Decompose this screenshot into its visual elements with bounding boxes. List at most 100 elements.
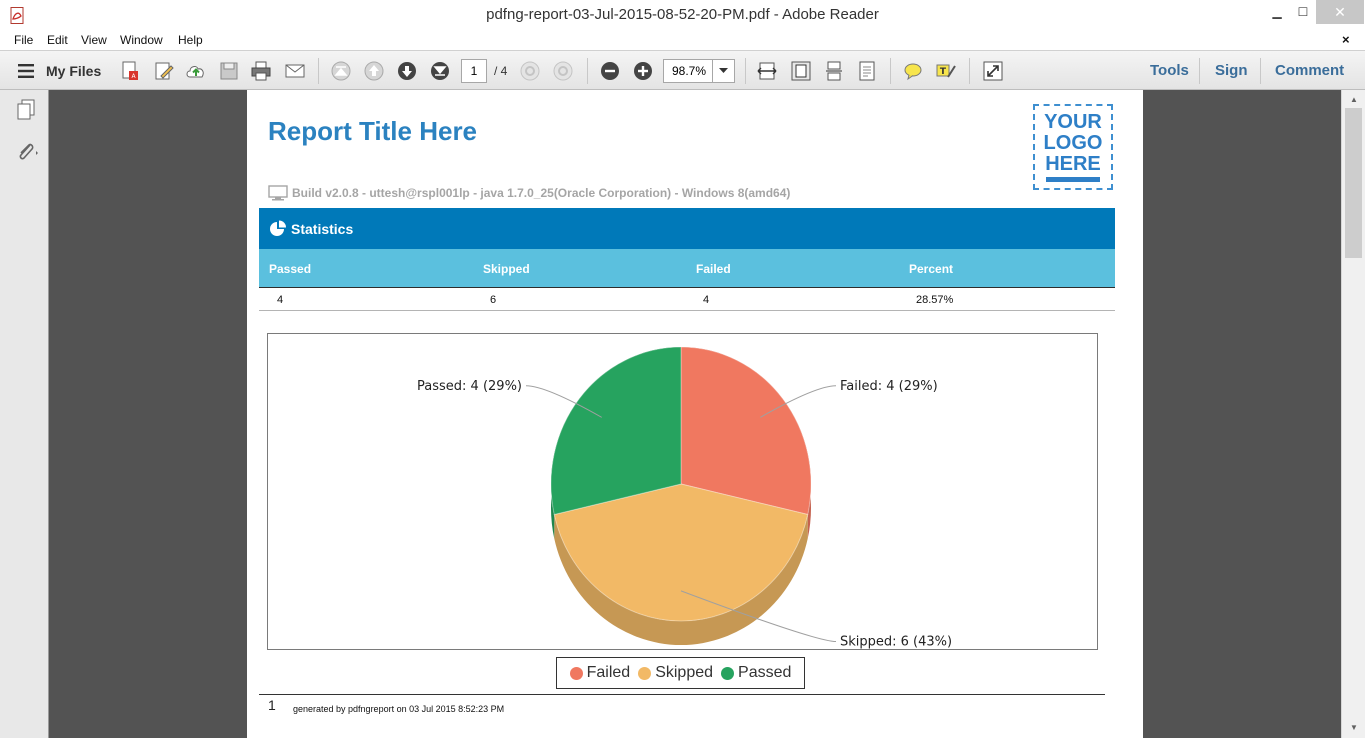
rotate-right-icon[interactable] — [551, 59, 575, 83]
edit-pdf-icon[interactable] — [152, 59, 176, 83]
single-page-icon[interactable] — [855, 59, 879, 83]
legend-label: Skipped — [655, 664, 714, 681]
toolbar-separator — [318, 58, 319, 84]
fullscreen-icon[interactable] — [981, 59, 1005, 83]
scrolling-mode-icon[interactable] — [822, 59, 846, 83]
build-info: Build v2.0.8 - uttesh@rspl001lp - java 1… — [268, 185, 790, 201]
logo-underline — [1046, 177, 1100, 182]
title-bar: pdfng-report-03-Jul-2015-08-52-20-PM.pdf… — [0, 0, 1365, 31]
upload-cloud-icon[interactable] — [184, 59, 208, 83]
toolbar: My Files A 1 / 4 98.7% T Tools Sign Comm… — [0, 50, 1365, 90]
menu-view[interactable]: View — [81, 33, 107, 47]
save-icon[interactable] — [217, 59, 241, 83]
scroll-up-arrow-icon[interactable]: ▲ — [1347, 92, 1361, 106]
column-skipped: Skipped — [483, 262, 530, 276]
cell-skipped: 6 — [490, 294, 497, 306]
monitor-icon — [268, 185, 288, 201]
email-icon[interactable] — [283, 59, 307, 83]
pie-chart: Failed: 4 (29%) Skipped: 6 (43%) Passed: 4… — [417, 346, 952, 650]
menu-hamburger-icon[interactable] — [16, 61, 36, 81]
chevron-down-icon[interactable] — [712, 60, 734, 82]
chart-legend: Failed Skipped Passed — [556, 657, 805, 689]
rotate-left-icon[interactable] — [518, 59, 542, 83]
pie-label-failed: Failed: 4 (29%) — [840, 379, 938, 394]
fit-width-icon[interactable] — [755, 59, 779, 83]
pdf-page: Report Title Here YOUR LOGO HERE Build v… — [247, 90, 1143, 738]
sign-pane-button[interactable]: Sign — [1215, 62, 1248, 79]
cell-passed: 4 — [277, 294, 284, 306]
menu-edit[interactable]: Edit — [47, 33, 68, 47]
page-thumbnails-icon[interactable] — [14, 98, 38, 122]
table-row: 4 6 4 28.57% — [259, 289, 1115, 311]
toolbar-separator — [890, 58, 891, 84]
legend-item-skipped: Skipped — [638, 664, 713, 682]
pie-label-skipped: Skipped: 6 (43%) — [840, 635, 952, 650]
zoom-in-icon[interactable] — [631, 59, 655, 83]
statistics-column-headers: Passed Skipped Failed Percent — [259, 249, 1115, 288]
menu-help[interactable]: Help — [178, 33, 203, 47]
column-passed: Passed — [269, 262, 312, 276]
my-files-button[interactable]: My Files — [46, 63, 101, 79]
build-info-text: Build v2.0.8 - uttesh@rspl001lp - java 1… — [292, 186, 791, 200]
previous-page-icon[interactable] — [362, 59, 386, 83]
navigation-pane — [0, 90, 49, 738]
vertical-scrollbar[interactable]: ▲ ▼ — [1341, 90, 1365, 738]
menu-bar: File Edit View Window Help × — [0, 31, 1365, 50]
comment-pane-button[interactable]: Comment — [1275, 62, 1344, 79]
create-pdf-icon[interactable]: A — [118, 59, 142, 83]
pie-chart-frame: Failed: 4 (29%) Skipped: 6 (43%) Passed: 4… — [267, 333, 1098, 650]
zoom-level-select[interactable]: 98.7% — [663, 59, 735, 83]
pie-label-passed: Passed: 4 (29%) — [417, 379, 522, 394]
toolbar-separator — [1199, 58, 1200, 84]
svg-text:T: T — [940, 67, 947, 77]
logo-line: HERE — [1045, 153, 1101, 175]
first-page-icon[interactable] — [329, 59, 353, 83]
toolbar-separator — [1260, 58, 1261, 84]
toolbar-separator — [587, 58, 588, 84]
close-button[interactable]: ✕ — [1316, 0, 1364, 24]
legend-swatch — [569, 666, 583, 680]
column-failed: Failed — [696, 262, 731, 276]
logo-placeholder: YOUR LOGO HERE — [1033, 104, 1113, 190]
legend-swatch — [721, 666, 735, 680]
zoom-level-value: 98.7% — [672, 64, 707, 78]
next-page-icon[interactable] — [395, 59, 419, 83]
page-total: / 4 — [494, 64, 508, 78]
page-number-input[interactable]: 1 — [461, 59, 487, 83]
column-percent: Percent — [909, 262, 954, 276]
sticky-note-icon[interactable] — [901, 59, 925, 83]
legend-item-passed: Passed — [721, 664, 791, 682]
window-title: pdfng-report-03-Jul-2015-08-52-20-PM.pdf… — [486, 6, 879, 23]
close-document-button[interactable]: × — [1342, 32, 1350, 47]
footer-generated-text: generated by pdfngreport on 03 Jul 2015 … — [293, 704, 505, 714]
legend-label: Failed — [586, 664, 631, 681]
zoom-out-icon[interactable] — [598, 59, 622, 83]
tools-pane-button[interactable]: Tools — [1150, 62, 1189, 79]
logo-line: YOUR — [1044, 111, 1102, 133]
menu-file[interactable]: File — [14, 33, 33, 47]
menu-window[interactable]: Window — [120, 33, 163, 47]
scroll-down-arrow-icon[interactable]: ▼ — [1347, 720, 1361, 734]
document-area: Report Title Here YOUR LOGO HERE Build v… — [49, 90, 1341, 738]
logo-line: LOGO — [1043, 132, 1103, 154]
toolbar-separator — [745, 58, 746, 84]
print-icon[interactable] — [249, 59, 273, 83]
legend-label: Passed — [738, 664, 792, 681]
maximize-button[interactable]: ☐ — [1288, 0, 1318, 24]
statistics-heading: Statistics — [291, 220, 354, 237]
legend-item-failed: Failed — [569, 664, 631, 682]
report-title: Report Title Here — [268, 116, 478, 146]
fit-page-icon[interactable] — [789, 59, 813, 83]
legend-swatch — [638, 666, 652, 680]
attachments-icon[interactable] — [14, 140, 38, 164]
scrollbar-thumb[interactable] — [1345, 108, 1362, 258]
statistics-header: Statistics — [259, 208, 1115, 249]
cell-failed: 4 — [703, 294, 710, 306]
cell-percent: 28.57% — [916, 294, 954, 306]
footer-page-number: 1 — [268, 697, 276, 713]
footer-divider — [259, 694, 1105, 695]
toolbar-separator — [969, 58, 970, 84]
highlight-text-icon[interactable]: T — [934, 59, 958, 83]
pie-chart-icon — [270, 220, 286, 236]
last-page-icon[interactable] — [428, 59, 452, 83]
